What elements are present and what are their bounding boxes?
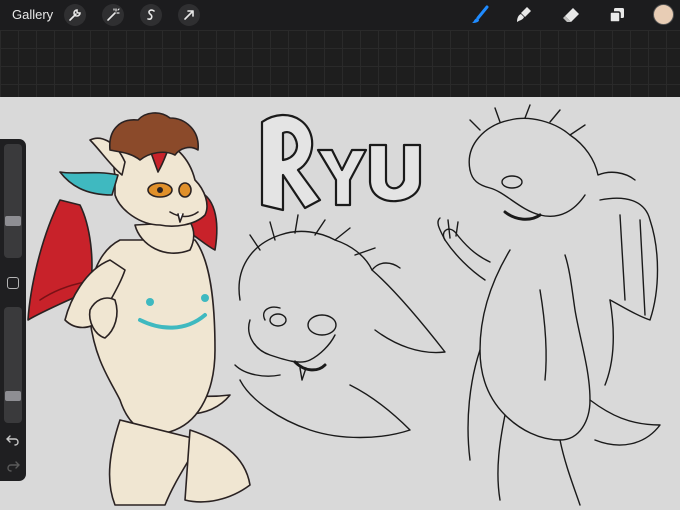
wrench-icon (69, 9, 81, 21)
redo-arrow-icon (7, 461, 20, 472)
colored-character-sketch (27, 112, 251, 506)
opacity-slider[interactable] (4, 307, 22, 423)
undo-arrow-icon (6, 435, 19, 446)
selection-button[interactable] (140, 4, 162, 26)
artwork (27, 104, 661, 506)
opacity-thumb[interactable] (5, 390, 21, 401)
selection-s-icon (147, 9, 155, 20)
brush-size-slider[interactable] (4, 144, 22, 258)
smudge-icon (517, 7, 531, 22)
ryu-lettering (260, 113, 422, 212)
adjustments-button[interactable] (102, 4, 124, 26)
brush-size-thumb[interactable] (5, 216, 21, 226)
top-toolbar: Gallery (0, 0, 680, 30)
head-sketch (234, 214, 446, 439)
transform-arrow-icon (184, 10, 194, 20)
body-back-sketch (437, 104, 661, 506)
brush-icon (472, 5, 489, 23)
actions-wrench-button[interactable] (64, 4, 86, 26)
canvas-background-grid (0, 30, 680, 97)
eraser-tool-button[interactable] (559, 3, 583, 27)
transform-button[interactable] (178, 4, 200, 26)
redo-button[interactable] (5, 459, 21, 473)
magic-wand-icon (107, 8, 120, 21)
smudge-tool-button[interactable] (512, 3, 536, 27)
eyedropper-modify-button[interactable] (7, 277, 19, 289)
layers-button[interactable] (605, 3, 629, 27)
undo-button[interactable] (5, 433, 21, 447)
drawing-canvas[interactable] (0, 97, 680, 510)
gallery-button[interactable]: Gallery (12, 7, 53, 22)
layers-icon (609, 8, 624, 23)
color-picker-swatch[interactable] (653, 4, 674, 25)
brush-tool-button[interactable] (468, 3, 492, 27)
eraser-icon (563, 8, 579, 22)
left-sidebar (0, 139, 26, 481)
